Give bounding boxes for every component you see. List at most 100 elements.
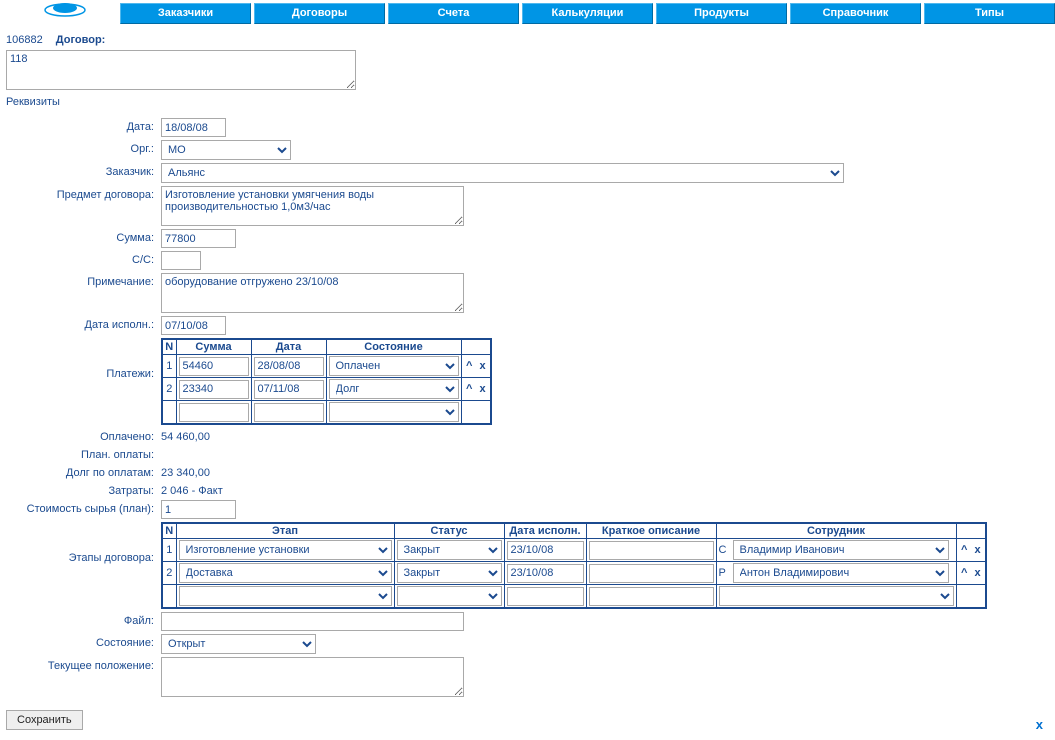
top-nav: Заказчики Договоры Счета Калькуляции Про… [0,0,1055,24]
payment-row: 2 Долг ^ x [162,378,491,401]
row-delete-icon[interactable]: x [477,360,487,372]
nav-calculations[interactable]: Калькуляции [522,3,653,24]
row-delete-icon[interactable]: x [972,544,982,556]
nav-customers[interactable]: Заказчики [120,3,251,24]
org-select[interactable]: МО [161,140,291,160]
document-title-label: Договор: [56,34,106,46]
stage-row-blank [162,585,986,609]
stg-stage-select[interactable]: Изготовление установки [179,540,392,560]
pay-date-input[interactable] [254,357,324,376]
stages-table: N Этап Статус Дата исполн. Краткое описа… [161,522,987,609]
paid-label: Оплачено: [6,428,161,443]
save-button[interactable]: Сохранить [6,710,83,730]
file-input[interactable] [161,612,464,631]
stg-exec-input[interactable] [507,541,584,560]
stg-n: 2 [162,562,176,585]
stages-label: Этапы договора: [6,522,161,564]
pay-sum-input[interactable] [179,403,249,422]
document-title-input[interactable]: 118 [6,50,356,90]
pay-sum-input[interactable] [179,380,249,399]
stg-emp-prefix: С [719,544,733,556]
costs-label: Затраты: [6,482,161,497]
pay-n: 1 [162,355,176,378]
stg-hdr-desc: Краткое описание [586,523,716,539]
debt-label: Долг по оплатам: [6,464,161,479]
stg-hdr-n: N [162,523,176,539]
cc-input[interactable] [161,251,201,270]
position-label: Текущее положение: [6,657,161,672]
payment-row-blank [162,401,491,425]
row-delete-icon[interactable]: x [477,383,487,395]
customer-label: Заказчик: [6,163,161,178]
stg-desc-input[interactable] [589,587,714,606]
stg-emp-select[interactable] [719,586,954,606]
note-label: Примечание: [6,273,161,288]
nav-types[interactable]: Типы [924,3,1055,24]
requisites-link[interactable]: Реквизиты [6,96,60,108]
payments-label: Платежи: [6,338,161,380]
position-input[interactable] [161,657,464,697]
stage-row: 1 Изготовление установки Закрыт СВладими… [162,539,986,562]
stg-exec-input[interactable] [507,564,584,583]
subject-label: Предмет договора: [6,186,161,201]
stg-status-select[interactable]: Закрыт [397,563,502,583]
pay-state-select[interactable]: Оплачен [329,356,459,376]
stg-emp-select[interactable]: Владимир Иванович [733,540,949,560]
org-label: Орг.: [6,140,161,155]
paid-value: 54 460,00 [161,428,210,443]
note-input[interactable]: оборудование отгружено 23/10/08 [161,273,464,313]
payments-table: N Сумма Дата Состояние 1 Оплачен ^ x [161,338,492,425]
exec-date-input[interactable] [161,316,226,335]
row-up-icon[interactable]: ^ [959,567,969,579]
payment-row: 1 Оплачен ^ x [162,355,491,378]
pay-state-select[interactable] [329,402,459,422]
date-label: Дата: [6,118,161,133]
document-id: 106882 [6,34,43,46]
sum-label: Сумма: [6,229,161,244]
stg-exec-input[interactable] [507,587,584,606]
pay-sum-input[interactable] [179,357,249,376]
pay-n: 2 [162,378,176,401]
pay-state-select[interactable]: Долг [329,379,459,399]
stg-stage-select[interactable]: Доставка [179,563,392,583]
stg-status-select[interactable] [397,586,502,606]
stg-emp-select[interactable]: Антон Владимирович [733,563,949,583]
row-up-icon[interactable]: ^ [464,360,474,372]
stage-row: 2 Доставка Закрыт РАнтон Владимирович ^ … [162,562,986,585]
stg-n: 1 [162,539,176,562]
customer-select[interactable]: Альянс [161,163,844,183]
stg-stage-select[interactable] [179,586,392,606]
pay-hdr-state: Состояние [326,339,461,355]
row-delete-icon[interactable]: x [972,567,982,579]
debt-value: 23 340,00 [161,464,210,479]
exec-date-label: Дата исполн.: [6,316,161,331]
sum-input[interactable] [161,229,236,248]
pay-hdr-date: Дата [251,339,326,355]
cc-label: С/С: [6,251,161,266]
date-input[interactable] [161,118,226,137]
subject-input[interactable]: Изготовление установки умягчения воды пр… [161,186,464,226]
pay-date-input[interactable] [254,380,324,399]
state-label: Состояние: [6,634,161,649]
logo-icon [35,0,95,20]
stg-hdr-exec: Дата исполн. [504,523,586,539]
stg-hdr-status: Статус [394,523,504,539]
stg-hdr-stage: Этап [176,523,394,539]
stg-emp-prefix: Р [719,567,733,579]
row-up-icon[interactable]: ^ [959,544,969,556]
row-up-icon[interactable]: ^ [464,383,474,395]
file-label: Файл: [6,612,161,627]
pay-date-input[interactable] [254,403,324,422]
stg-hdr-emp: Сотрудник [716,523,956,539]
nav-accounts[interactable]: Счета [388,3,519,24]
stg-desc-input[interactable] [589,564,714,583]
stg-status-select[interactable]: Закрыт [397,540,502,560]
state-select[interactable]: Открыт [161,634,316,654]
pay-hdr-sum: Сумма [176,339,251,355]
raw-plan-input[interactable] [161,500,236,519]
stg-desc-input[interactable] [589,541,714,560]
nav-reference[interactable]: Справочник [790,3,921,24]
nav-products[interactable]: Продукты [656,3,787,24]
nav-contracts[interactable]: Договоры [254,3,385,24]
close-page-icon[interactable]: x [1036,717,1043,732]
